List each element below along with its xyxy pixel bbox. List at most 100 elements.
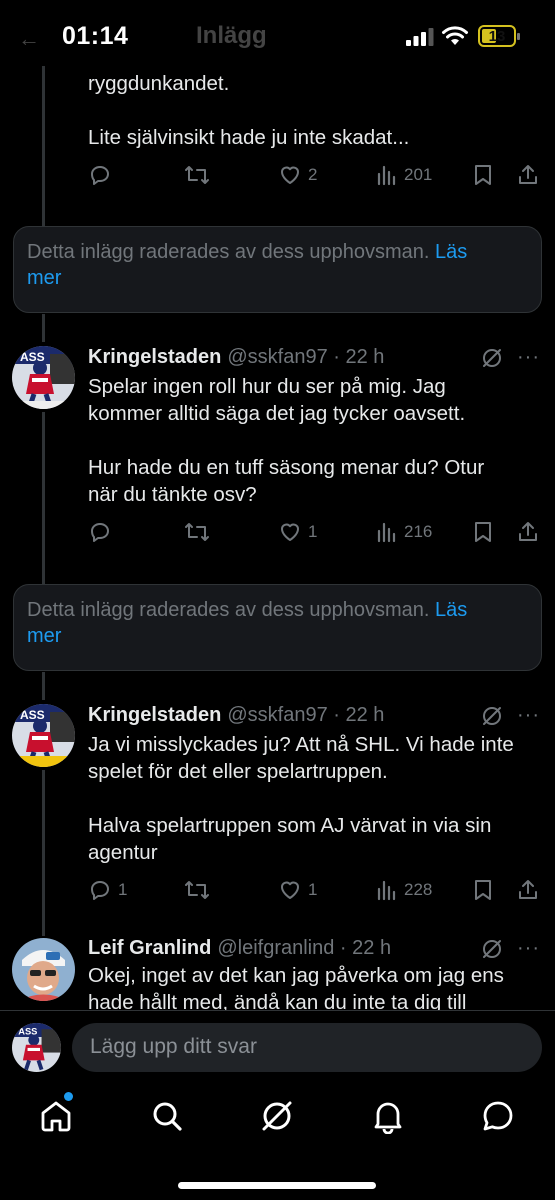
- handle-and-time[interactable]: @sskfan97 · 22 h: [227, 704, 384, 726]
- page-title: Inlägg: [196, 22, 267, 49]
- share-icon: [519, 880, 537, 899]
- like-count: 1: [308, 880, 318, 899]
- home-indicator: [178, 1182, 376, 1189]
- views-button[interactable]: 216: [376, 517, 432, 547]
- notification-dot: [64, 1092, 73, 1101]
- like-count: 1: [308, 522, 318, 541]
- grok-icon[interactable]: [481, 938, 503, 960]
- like-count: 2: [308, 165, 318, 184]
- more-options-icon[interactable]: ···: [517, 347, 540, 367]
- bookmark-icon: [475, 522, 491, 542]
- views-icon: [377, 522, 396, 543]
- deleted-post-notice: Detta inlägg raderades av dess upphovsma…: [13, 226, 542, 313]
- like-button[interactable]: 1: [278, 875, 317, 905]
- bookmark-button[interactable]: [472, 517, 494, 547]
- grok-icon[interactable]: [481, 347, 503, 369]
- thread-line: [42, 672, 45, 700]
- deleted-post-notice: Detta inlägg raderades av dess upphovsma…: [13, 584, 542, 671]
- home-icon[interactable]: [38, 1098, 74, 1134]
- tweet-header: Leif Granlind @leifgranlind · 22 h: [88, 935, 391, 961]
- thread-line: [42, 770, 45, 936]
- status-bar: ← 01:14 Inlägg 13: [0, 0, 555, 72]
- avatar[interactable]: ASS: [12, 346, 75, 409]
- views-icon: [377, 880, 396, 901]
- cellular-signal-icon: [406, 28, 434, 46]
- grok-icon[interactable]: [259, 1098, 295, 1134]
- tweet-text: Okej, inget av det kan jag påverka om ja…: [88, 964, 504, 1014]
- messages-icon[interactable]: [480, 1098, 516, 1134]
- reply-button[interactable]: [88, 160, 112, 190]
- like-button[interactable]: 2: [278, 160, 317, 190]
- views-icon: [377, 165, 396, 186]
- wifi-icon: [442, 26, 468, 45]
- repost-button[interactable]: [184, 517, 210, 547]
- display-name[interactable]: Kringelstaden: [88, 346, 221, 368]
- heart-icon: [281, 166, 299, 184]
- heart-icon: [281, 523, 299, 541]
- battery-percentage: 13: [488, 28, 506, 45]
- tweet-actions: 1 216: [86, 517, 542, 547]
- views-button[interactable]: 228: [376, 875, 432, 905]
- bookmark-icon: [475, 880, 491, 900]
- deleted-notice-text: Detta inlägg raderades av dess upphovsma…: [27, 599, 430, 621]
- repost-icon: [185, 881, 209, 899]
- tweet-text: Spelar ingen roll hur du ser på mig. Jag…: [88, 375, 485, 506]
- view-count: 216: [404, 522, 433, 541]
- tweet-text: ryggdunkandet. Lite självinsikt hade ju …: [88, 72, 410, 149]
- reply-icon: [91, 881, 109, 900]
- grok-icon[interactable]: [481, 705, 503, 727]
- reply-icon: [91, 166, 109, 185]
- thread-line: [42, 66, 45, 228]
- deleted-notice-text: Detta inlägg raderades av dess upphovsma…: [27, 241, 430, 263]
- like-button[interactable]: 1: [278, 517, 317, 547]
- thread-line: [42, 412, 45, 584]
- thread-line: [42, 314, 45, 342]
- share-icon: [519, 522, 537, 541]
- reply-composer: ASS Lägg upp ditt svar: [0, 1010, 555, 1084]
- repost-button[interactable]: [184, 160, 210, 190]
- repost-icon: [185, 166, 209, 184]
- display-name[interactable]: Kringelstaden: [88, 704, 221, 726]
- tweet-header: Kringelstaden @sskfan97 · 22 h: [88, 702, 384, 728]
- repost-icon: [185, 523, 209, 541]
- more-options-icon[interactable]: ···: [517, 938, 540, 958]
- reply-icon: [91, 523, 109, 542]
- view-count: 201: [404, 165, 433, 184]
- clock: 01:14: [62, 22, 129, 50]
- avatar[interactable]: [12, 938, 75, 1001]
- bookmark-icon: [475, 165, 491, 185]
- repost-button[interactable]: [184, 875, 210, 905]
- read-more-link[interactable]: Läs: [435, 599, 467, 621]
- bookmark-button[interactable]: [472, 160, 494, 190]
- tweet-actions: 1 1 228: [86, 875, 542, 905]
- tweet-actions: 2 201: [86, 160, 542, 190]
- avatar[interactable]: ASS: [12, 704, 75, 767]
- reply-count: 1: [118, 880, 128, 899]
- bottom-navigation: [0, 1084, 555, 1200]
- share-button[interactable]: [516, 517, 540, 547]
- share-icon: [519, 165, 537, 184]
- bookmark-button[interactable]: [472, 875, 494, 905]
- search-icon[interactable]: [149, 1098, 185, 1134]
- display-name[interactable]: Leif Granlind: [88, 937, 211, 959]
- notifications-icon[interactable]: [370, 1098, 406, 1134]
- views-button[interactable]: 201: [376, 160, 432, 190]
- handle-and-time[interactable]: @leifgranlind · 22 h: [217, 937, 391, 959]
- read-more-link[interactable]: mer: [27, 625, 61, 647]
- handle-and-time[interactable]: @sskfan97 · 22 h: [227, 346, 384, 368]
- reply-input[interactable]: Lägg upp ditt svar: [72, 1023, 542, 1072]
- back-arrow-icon[interactable]: ←: [18, 26, 40, 52]
- tweet-header: Kringelstaden @sskfan97 · 22 h: [88, 344, 384, 370]
- battery-indicator: 13: [478, 25, 520, 47]
- read-more-link[interactable]: Läs: [435, 241, 467, 263]
- view-count: 228: [404, 880, 433, 899]
- more-options-icon[interactable]: ···: [517, 705, 540, 725]
- share-button[interactable]: [516, 160, 540, 190]
- read-more-link[interactable]: mer: [27, 267, 61, 289]
- tweet-text: Ja vi misslyckades ju? Att nå SHL. Vi ha…: [88, 733, 514, 864]
- avatar: ASS: [12, 1023, 61, 1072]
- reply-button[interactable]: 1: [88, 875, 127, 905]
- reply-button[interactable]: [88, 517, 112, 547]
- heart-icon: [281, 881, 299, 899]
- share-button[interactable]: [516, 875, 540, 905]
